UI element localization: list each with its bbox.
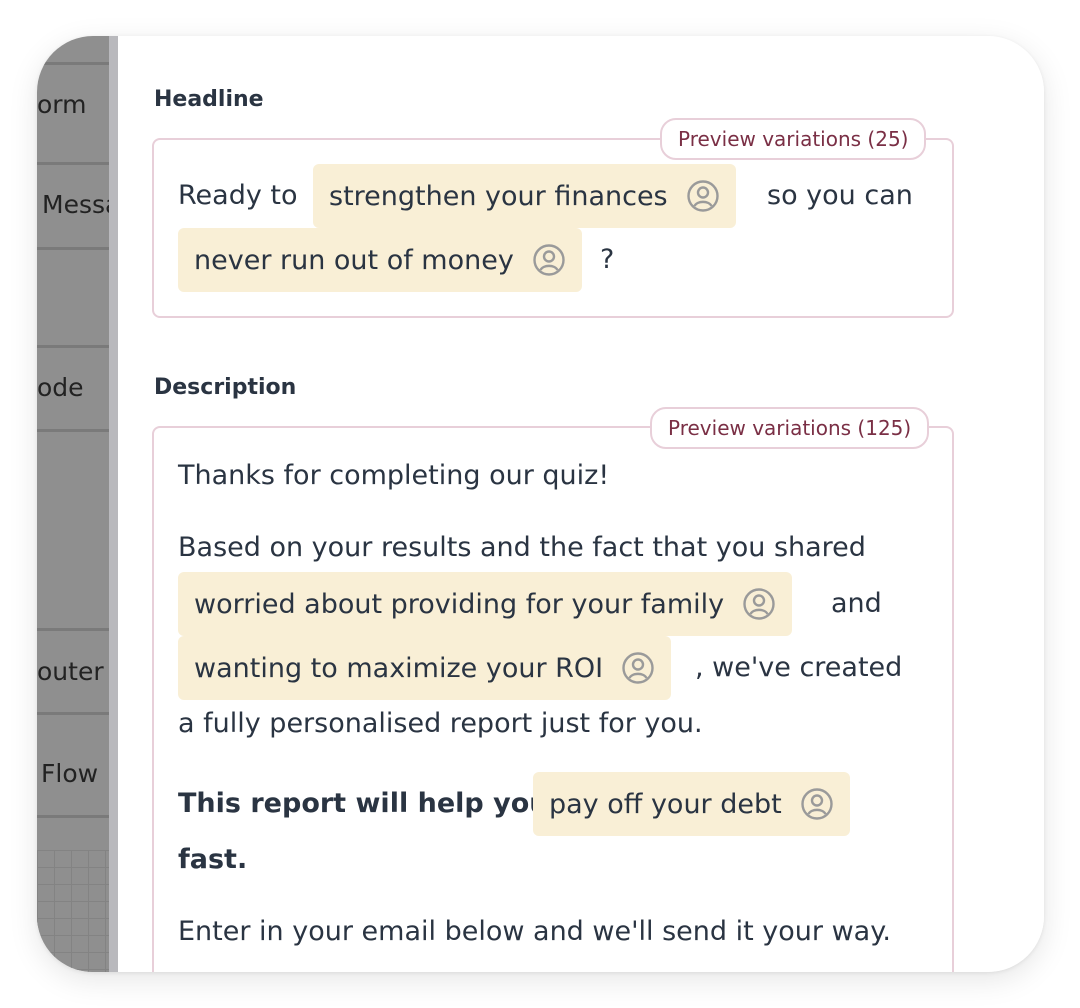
description-help-text: This report will help you (178, 788, 549, 819)
headline-variable-chip-2[interactable]: never run out of money (178, 228, 582, 292)
app-window: orm Messa ode outer Flow Headline Previe… (37, 36, 1044, 972)
headline-label: Headline (154, 87, 264, 112)
description-variable-chip-2[interactable]: wanting to maximize your ROI (178, 636, 672, 700)
chip-label: never run out of money (194, 244, 514, 276)
description-line-2: Based on your results and the fact that … (178, 532, 866, 563)
chip-label: wanting to maximize your ROI (194, 652, 604, 684)
description-preview-variations-button[interactable]: Preview variations (125) (650, 407, 930, 449)
chip-label: strengthen your finances (329, 180, 668, 212)
canvas-grid (37, 850, 118, 972)
editor-panel: Headline Preview variations (25) Ready t… (118, 36, 1044, 972)
user-circle-icon (686, 179, 720, 213)
description-line-3: a fully personalised report just for you… (178, 708, 703, 739)
sidebar-item-form: orm (37, 90, 87, 119)
description-text-created: , we've created (695, 652, 903, 683)
description-line-1: Thanks for completing our quiz! (178, 460, 610, 491)
sidebar-divider (37, 247, 118, 250)
description-variable-chip-3[interactable]: pay off your debt (533, 772, 850, 836)
sidebar-divider (37, 429, 118, 432)
headline-text-2: so you can (767, 180, 913, 211)
sidebar-item-code: ode (37, 373, 84, 402)
headline-text-3: ? (600, 244, 615, 275)
sidebar-divider (37, 62, 118, 65)
user-circle-icon (621, 651, 655, 685)
sidebar-item-message: Messa (42, 190, 118, 219)
description-variable-chip-1[interactable]: worried about providing for your family (178, 572, 793, 636)
sidebar-divider (37, 345, 118, 348)
sidebar-divider (37, 162, 118, 165)
user-circle-icon (800, 787, 834, 821)
sidebar-item-flow: Flow (41, 759, 99, 788)
description-text-and: and (831, 588, 882, 619)
chip-label: worried about providing for your family (194, 588, 725, 620)
user-circle-icon (742, 587, 776, 621)
sidebar-divider (37, 712, 118, 715)
headline-text-1: Ready to (178, 180, 298, 211)
headline-variable-chip-1[interactable]: strengthen your finances (313, 164, 736, 228)
sidebar-item-router: outer (37, 657, 104, 686)
description-line-4: Enter in your email below and we'll send… (178, 916, 891, 947)
headline-preview-variations-button[interactable]: Preview variations (25) (660, 118, 927, 160)
sidebar-divider (37, 815, 118, 818)
background-sidebar: orm Messa ode outer Flow (37, 36, 118, 972)
panel-divider (109, 36, 118, 972)
chip-label: pay off your debt (549, 788, 782, 820)
description-fast-text: fast. (178, 844, 248, 875)
description-label: Description (154, 375, 297, 400)
sidebar-divider (37, 628, 118, 631)
user-circle-icon (532, 243, 566, 277)
